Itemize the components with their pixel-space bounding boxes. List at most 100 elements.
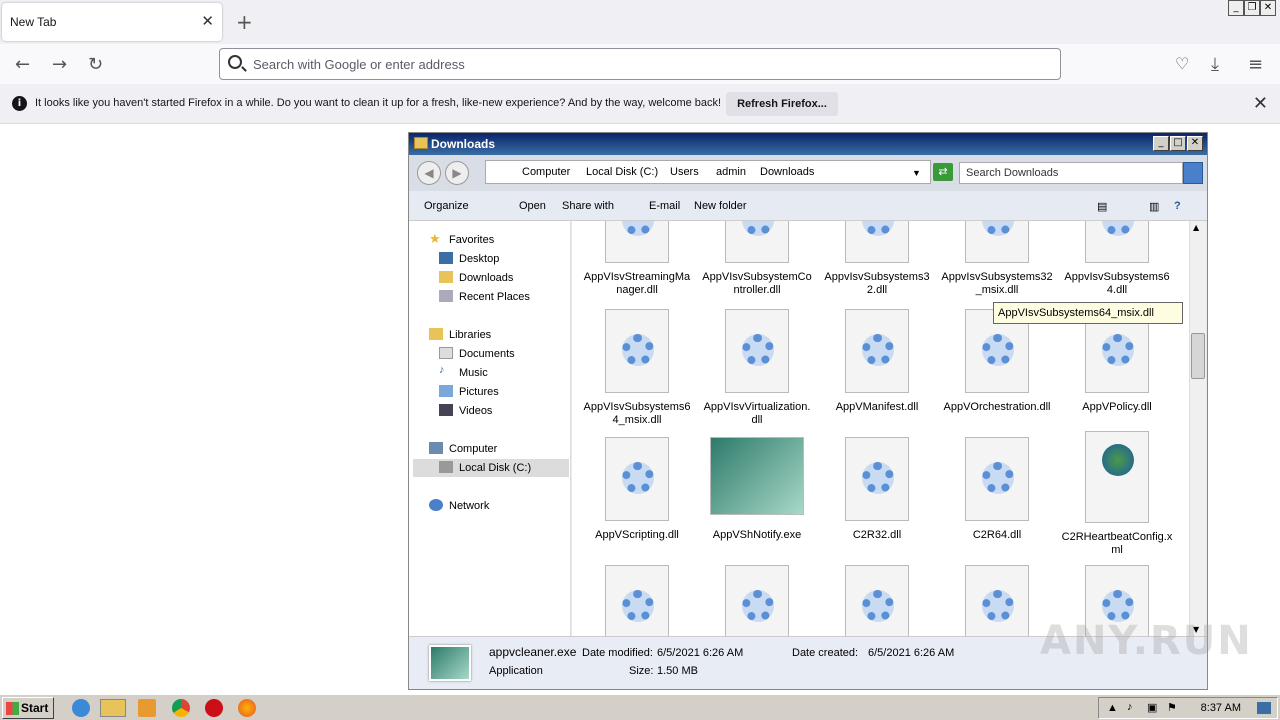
- file-item[interactable]: AppVManifest.dll: [817, 309, 937, 414]
- dll-file-icon: [965, 565, 1029, 636]
- file-item[interactable]: [697, 565, 817, 636]
- explorer-minimize-button[interactable]: _: [1153, 136, 1169, 151]
- menu-icon[interactable]: ≡: [1248, 54, 1263, 75]
- file-item[interactable]: AppvIsvSubsystems32_msix.dll: [937, 221, 1057, 297]
- documents-icon: [439, 347, 453, 359]
- explorer-maximize-button[interactable]: □: [1170, 136, 1186, 151]
- tab-new-tab[interactable]: New Tab ✕: [2, 3, 222, 41]
- clock[interactable]: 8:37 AM: [1201, 702, 1241, 714]
- refresh-notification: i It looks like you haven't started Fire…: [0, 84, 1280, 124]
- vertical-scrollbar[interactable]: ▲ ▼: [1189, 221, 1206, 636]
- help-icon[interactable]: ?: [1174, 200, 1181, 212]
- file-item[interactable]: AppVOrchestration.dll: [937, 309, 1057, 414]
- new-tab-icon[interactable]: +: [236, 10, 253, 34]
- back-icon[interactable]: ←: [15, 54, 30, 75]
- file-item[interactable]: AppVShNotify.exe: [697, 437, 817, 542]
- opera-icon[interactable]: [205, 699, 223, 717]
- tray-expand-icon[interactable]: ▲: [1107, 702, 1118, 714]
- gear-icon: [1102, 334, 1134, 366]
- file-item[interactable]: AppvIsvSubsystems32.dll: [817, 221, 937, 297]
- gear-icon: [862, 221, 894, 236]
- file-item[interactable]: [937, 565, 1057, 636]
- file-item[interactable]: C2R64.dll: [937, 437, 1057, 542]
- gear-icon: [982, 334, 1014, 366]
- gear-icon: [862, 334, 894, 366]
- show-desktop-icon[interactable]: [1257, 702, 1271, 714]
- explorer-back-button[interactable]: ◀: [417, 161, 441, 185]
- file-item[interactable]: AppVIsvSubsystemController.dll: [697, 221, 817, 297]
- close-window-button[interactable]: ✕: [1260, 0, 1276, 16]
- gear-icon: [622, 221, 654, 236]
- sidebar-item-local-disk[interactable]: Local Disk (C:): [413, 459, 569, 477]
- exe-file-icon: [710, 437, 804, 515]
- file-item[interactable]: AppVIsvVirtualization.dll: [697, 309, 817, 427]
- breadcrumb[interactable]: Computer Local Disk (C:) Users admin Dow…: [485, 160, 931, 184]
- firefox-icon[interactable]: [238, 699, 256, 717]
- new-folder-button[interactable]: New folder: [694, 200, 747, 212]
- view-icon[interactable]: ▤: [1097, 200, 1107, 213]
- explorer-forward-button[interactable]: ▶: [445, 161, 469, 185]
- preview-pane-icon[interactable]: ▥: [1149, 200, 1159, 213]
- scroll-up-icon[interactable]: ▲: [1193, 223, 1199, 232]
- chrome-icon[interactable]: [172, 699, 190, 717]
- file-item[interactable]: [817, 565, 937, 636]
- breadcrumb-computer[interactable]: Computer: [522, 166, 570, 178]
- sidebar-item-libraries[interactable]: Libraries: [429, 326, 585, 344]
- sidebar-item-computer[interactable]: Computer: [429, 440, 585, 458]
- download-icon[interactable]: ⤓: [1211, 54, 1219, 75]
- libraries-icon: [429, 328, 443, 340]
- details-created-value: 6/5/2021 6:26 AM: [868, 647, 955, 659]
- explorer-close-button[interactable]: ✕: [1187, 136, 1203, 151]
- ie-icon[interactable]: [72, 699, 90, 717]
- dll-file-icon: [725, 221, 789, 263]
- sidebar-item-favorites[interactable]: ★ Favorites: [429, 231, 585, 249]
- explorer-window: Downloads _ □ ✕ ◀ ▶ Computer Local Disk …: [408, 132, 1208, 690]
- flag-icon[interactable]: ⚑: [1167, 701, 1177, 714]
- file-item[interactable]: C2R32.dll: [817, 437, 937, 542]
- file-item[interactable]: AppVScripting.dll: [577, 437, 697, 542]
- search-downloads-input[interactable]: Search Downloads: [959, 162, 1183, 184]
- reload-icon[interactable]: ↻: [88, 54, 103, 75]
- share-with-button[interactable]: Share with: [562, 200, 614, 212]
- dll-file-icon: [725, 565, 789, 636]
- dll-file-icon: [605, 309, 669, 393]
- recent-places-icon: [439, 290, 453, 302]
- gear-icon: [742, 334, 774, 366]
- file-item[interactable]: AppVPolicy.dll: [1057, 309, 1177, 414]
- refresh-firefox-button[interactable]: Refresh Firefox...: [726, 92, 838, 116]
- scrollbar-thumb[interactable]: [1191, 333, 1205, 379]
- network-tray-icon[interactable]: ▣: [1147, 701, 1157, 714]
- start-button[interactable]: Start: [2, 697, 54, 719]
- pocket-icon[interactable]: ♡: [1175, 54, 1189, 73]
- refresh-icon[interactable]: ⇄: [933, 163, 953, 181]
- open-button[interactable]: Open: [519, 200, 546, 212]
- volume-icon[interactable]: ♪: [1127, 701, 1133, 713]
- file-item[interactable]: C2RHeartbeatConfig.xml: [1057, 431, 1177, 557]
- close-tab-icon[interactable]: ✕: [201, 12, 214, 30]
- explorer-taskbar-icon[interactable]: [100, 699, 126, 717]
- file-item[interactable]: AppvIsvSubsystems64.dll: [1057, 221, 1177, 297]
- forward-icon[interactable]: →: [52, 54, 67, 75]
- breadcrumb-local-disk[interactable]: Local Disk (C:): [586, 166, 658, 178]
- chevron-down-icon[interactable]: ▼: [912, 168, 921, 178]
- file-item[interactable]: [577, 565, 697, 636]
- breadcrumb-admin[interactable]: admin: [716, 166, 746, 178]
- dll-file-icon: [965, 437, 1029, 521]
- gear-icon: [742, 590, 774, 622]
- breadcrumb-downloads[interactable]: Downloads: [760, 166, 814, 178]
- address-bar[interactable]: Search with Google or enter address: [219, 48, 1061, 80]
- search-icon[interactable]: [1183, 162, 1203, 184]
- xml-file-icon: [1085, 431, 1149, 523]
- sidebar-item-network[interactable]: Network: [429, 497, 585, 515]
- breadcrumb-users[interactable]: Users: [670, 166, 699, 178]
- file-item[interactable]: AppVIsvStreamingManager.dll: [577, 221, 697, 297]
- maximize-window-button[interactable]: ❐: [1244, 0, 1260, 16]
- gear-icon: [982, 462, 1014, 494]
- close-notification-icon[interactable]: ✕: [1253, 93, 1268, 114]
- media-player-icon[interactable]: [138, 699, 156, 717]
- minimize-window-button[interactable]: _: [1228, 0, 1244, 16]
- email-button[interactable]: E-mail: [649, 200, 680, 212]
- organize-button[interactable]: Organize: [424, 200, 469, 212]
- explorer-title-bar[interactable]: Downloads _ □ ✕: [409, 133, 1207, 155]
- file-item[interactable]: AppVIsvSubsystems64_msix.dll: [577, 309, 697, 427]
